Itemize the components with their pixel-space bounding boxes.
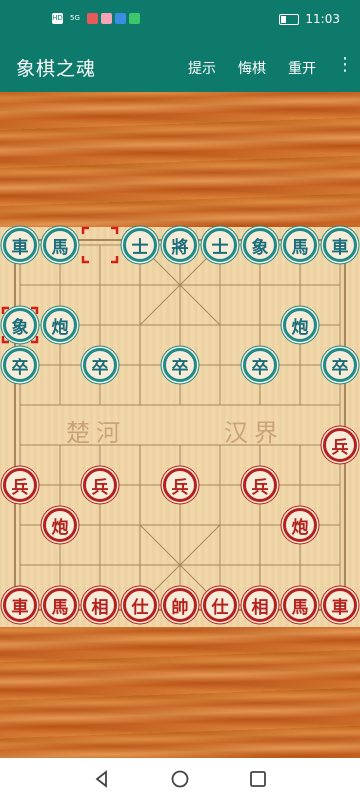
home-icon[interactable] bbox=[170, 769, 190, 789]
last-move-from-marker bbox=[111, 226, 119, 234]
black-piece[interactable]: 士 bbox=[203, 228, 237, 262]
red-piece[interactable]: 馬 bbox=[43, 588, 77, 622]
black-piece[interactable]: 象 bbox=[3, 308, 37, 342]
black-piece[interactable]: 卒 bbox=[163, 348, 197, 382]
last-move-from-marker bbox=[81, 226, 89, 234]
red-piece[interactable]: 仕 bbox=[203, 588, 237, 622]
river-label-han-jie: 汉界 bbox=[224, 419, 284, 447]
river-label-chu-he: 楚河 bbox=[66, 419, 126, 447]
black-piece[interactable]: 象 bbox=[243, 228, 277, 262]
red-piece[interactable]: 兵 bbox=[83, 468, 117, 502]
red-piece[interactable]: 馬 bbox=[283, 588, 317, 622]
black-piece[interactable]: 炮 bbox=[43, 308, 77, 342]
recents-icon[interactable] bbox=[248, 769, 268, 789]
red-piece[interactable]: 相 bbox=[83, 588, 117, 622]
board-grid bbox=[1, 226, 346, 611]
last-move-from-marker bbox=[81, 256, 89, 264]
red-piece[interactable]: 炮 bbox=[283, 508, 317, 542]
red-piece[interactable]: 帥 bbox=[163, 588, 197, 622]
black-piece[interactable]: 卒 bbox=[243, 348, 277, 382]
red-piece[interactable]: 相 bbox=[243, 588, 277, 622]
black-piece[interactable]: 士 bbox=[123, 228, 157, 262]
black-piece[interactable]: 將 bbox=[163, 228, 197, 262]
red-piece[interactable]: 兵 bbox=[3, 468, 37, 502]
red-piece[interactable]: 仕 bbox=[123, 588, 157, 622]
red-piece[interactable]: 炮 bbox=[43, 508, 77, 542]
red-piece[interactable]: 車 bbox=[3, 588, 37, 622]
black-piece[interactable]: 車 bbox=[323, 228, 357, 262]
black-piece[interactable]: 卒 bbox=[323, 348, 357, 382]
black-piece[interactable]: 卒 bbox=[83, 348, 117, 382]
black-piece[interactable]: 卒 bbox=[3, 348, 37, 382]
black-piece[interactable]: 馬 bbox=[43, 228, 77, 262]
black-piece[interactable]: 馬 bbox=[283, 228, 317, 262]
red-piece[interactable]: 兵 bbox=[163, 468, 197, 502]
back-icon[interactable] bbox=[92, 769, 112, 789]
black-piece[interactable]: 炮 bbox=[283, 308, 317, 342]
last-move-from-marker bbox=[111, 256, 119, 264]
system-nav-bar bbox=[0, 758, 360, 800]
red-piece[interactable]: 車 bbox=[323, 588, 357, 622]
red-piece[interactable]: 兵 bbox=[323, 428, 357, 462]
black-piece[interactable]: 車 bbox=[3, 228, 37, 262]
red-piece[interactable]: 兵 bbox=[243, 468, 277, 502]
